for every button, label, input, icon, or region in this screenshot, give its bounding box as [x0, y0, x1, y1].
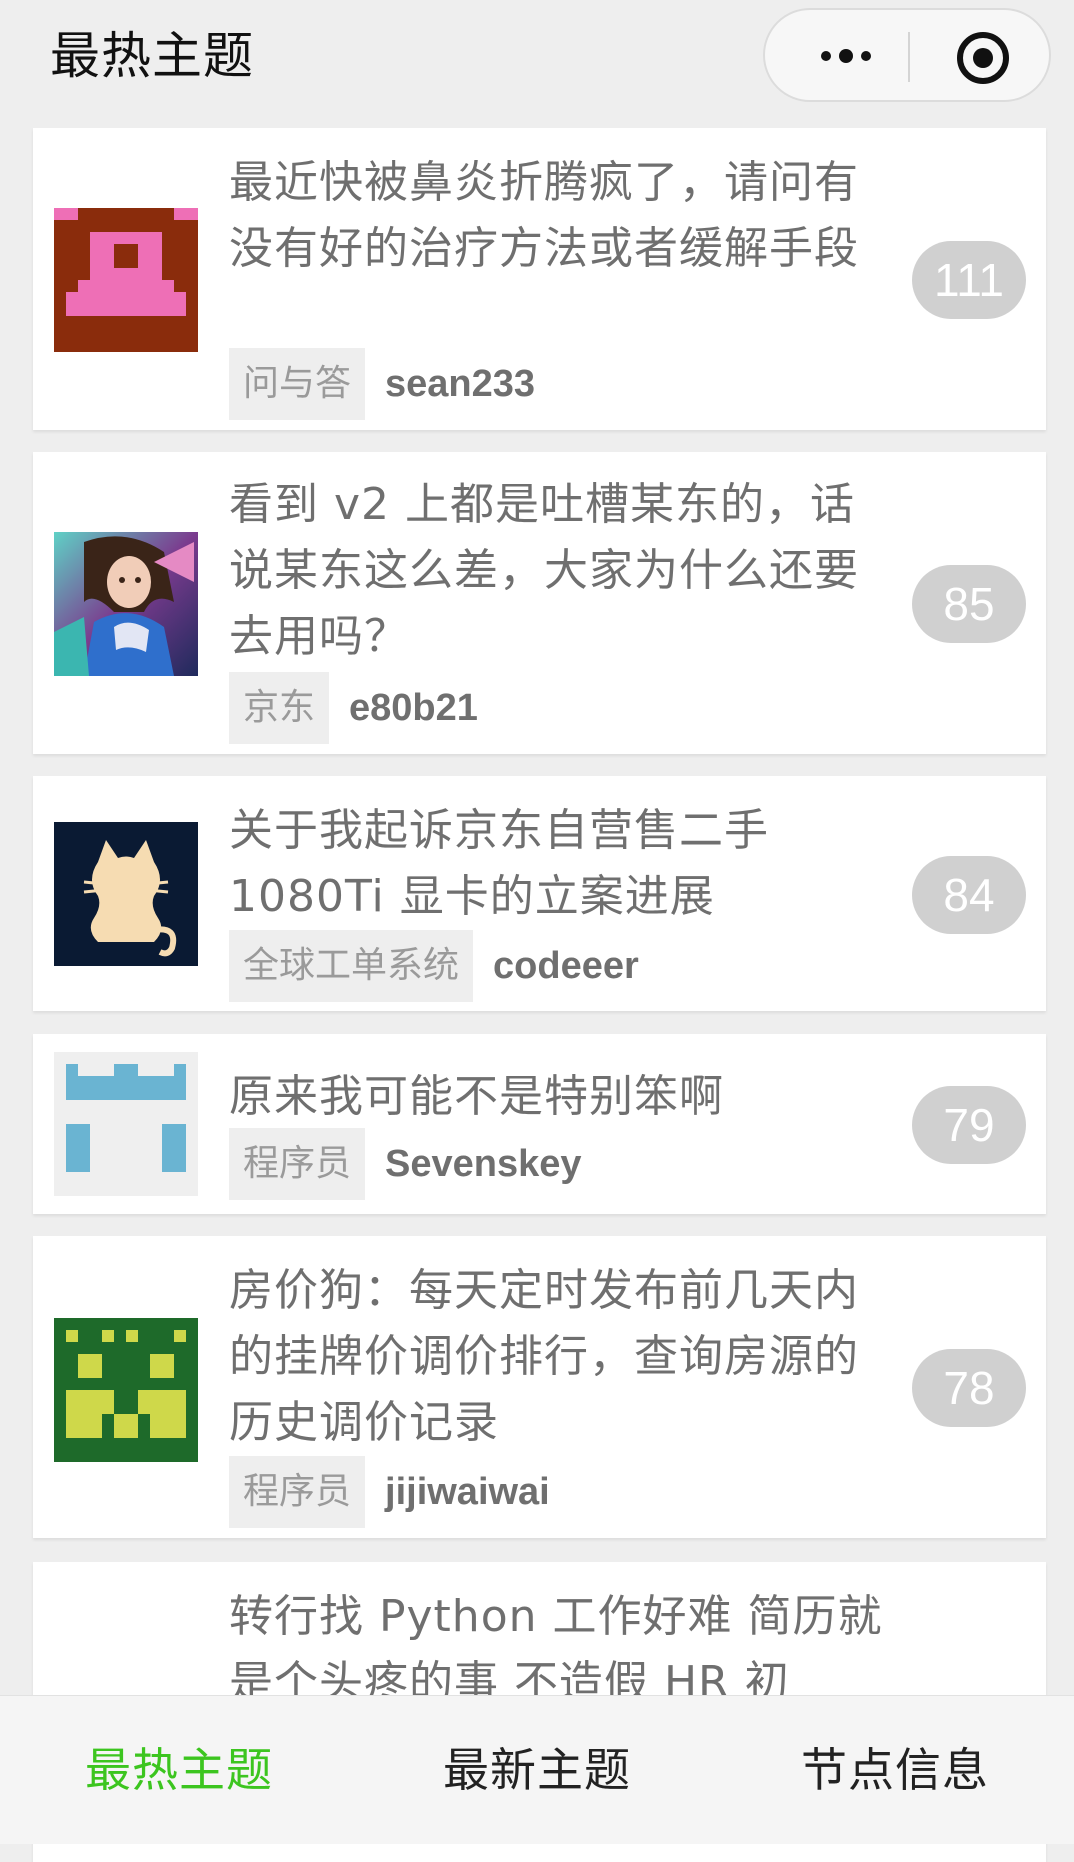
user-avatar[interactable] — [54, 1052, 198, 1196]
node-tag[interactable]: 程序员 — [229, 1456, 366, 1528]
tab-bar: 最热主题 最新主题 节点信息 — [0, 1695, 1074, 1844]
node-tag[interactable]: 全球工单系统 — [229, 930, 474, 1002]
navigation-bar: 最热主题 — [0, 0, 1074, 126]
username[interactable]: codeeer — [493, 945, 639, 988]
more-icon[interactable] — [801, 35, 891, 75]
reply-count-badge: 84 — [912, 856, 1026, 934]
topic-card[interactable]: 最近快被鼻炎折腾疯了，请问有没有好的治疗方法或者缓解手段 问与答 sean233… — [33, 128, 1046, 430]
user-avatar[interactable] — [54, 1318, 198, 1462]
mini-program-capsule — [763, 8, 1051, 102]
topic-title[interactable]: 最近快被鼻炎折腾疯了，请问有没有好的治疗方法或者缓解手段 — [229, 150, 889, 282]
topic-title[interactable]: 房价狗：每天定时发布前几天内的挂牌价调价排行，查询房源的历史调价记录 — [229, 1258, 889, 1456]
topic-card[interactable]: 看到 v2 上都是吐槽某东的，话说某东这么差，大家为什么还要去用吗？ 京东 e8… — [33, 452, 1046, 754]
pixel-avatar-icon — [54, 208, 198, 352]
topic-meta: 全球工单系统 codeeer — [229, 930, 639, 1002]
page-title: 最热主题 — [50, 27, 254, 85]
node-tag[interactable]: 问与答 — [229, 348, 366, 420]
tab-latest-topics[interactable]: 最新主题 — [358, 1696, 716, 1844]
capsule-divider — [908, 32, 910, 82]
username[interactable]: Sevenskey — [385, 1143, 582, 1186]
reply-count-badge: 111 — [912, 241, 1026, 319]
username[interactable]: jijiwaiwai — [385, 1471, 550, 1514]
username[interactable]: e80b21 — [349, 687, 478, 730]
reply-count-badge: 79 — [912, 1086, 1026, 1164]
pixel-avatar-icon — [54, 1318, 198, 1462]
reply-count-badge: 78 — [912, 1349, 1026, 1427]
topic-title[interactable]: 看到 v2 上都是吐槽某东的，话说某东这么差，大家为什么还要去用吗？ — [229, 472, 889, 670]
username[interactable]: sean233 — [385, 363, 535, 406]
tab-node-info[interactable]: 节点信息 — [716, 1696, 1074, 1844]
topic-title[interactable]: 关于我起诉京东自营售二手 1080Ti 显卡的立案进展 — [229, 798, 889, 930]
topic-meta: 程序员 jijiwaiwai — [229, 1456, 550, 1528]
user-avatar[interactable] — [54, 532, 198, 676]
close-icon[interactable] — [957, 32, 1009, 84]
tab-hot-topics[interactable]: 最热主题 — [0, 1696, 358, 1844]
topic-card[interactable]: 原来我可能不是特别笨啊 程序员 Sevenskey 79 — [33, 1034, 1046, 1214]
topic-meta: 问与答 sean233 — [229, 348, 535, 420]
anime-character-avatar-icon — [54, 532, 198, 676]
topic-card[interactable]: 房价狗：每天定时发布前几天内的挂牌价调价排行，查询房源的历史调价记录 程序员 j… — [33, 1236, 1046, 1538]
node-tag[interactable]: 程序员 — [229, 1128, 366, 1200]
topic-card[interactable]: 关于我起诉京东自营售二手 1080Ti 显卡的立案进展 全球工单系统 codee… — [33, 776, 1046, 1011]
user-avatar[interactable] — [54, 822, 198, 966]
user-avatar[interactable] — [54, 208, 198, 352]
topic-meta: 京东 e80b21 — [229, 672, 478, 744]
cat-avatar-icon — [54, 822, 198, 966]
topic-title[interactable]: 原来我可能不是特别笨啊 — [229, 1064, 889, 1130]
topic-meta: 程序员 Sevenskey — [229, 1128, 582, 1200]
reply-count-badge: 85 — [912, 565, 1026, 643]
pixel-avatar-icon — [54, 1052, 198, 1196]
node-tag[interactable]: 京东 — [229, 672, 330, 744]
